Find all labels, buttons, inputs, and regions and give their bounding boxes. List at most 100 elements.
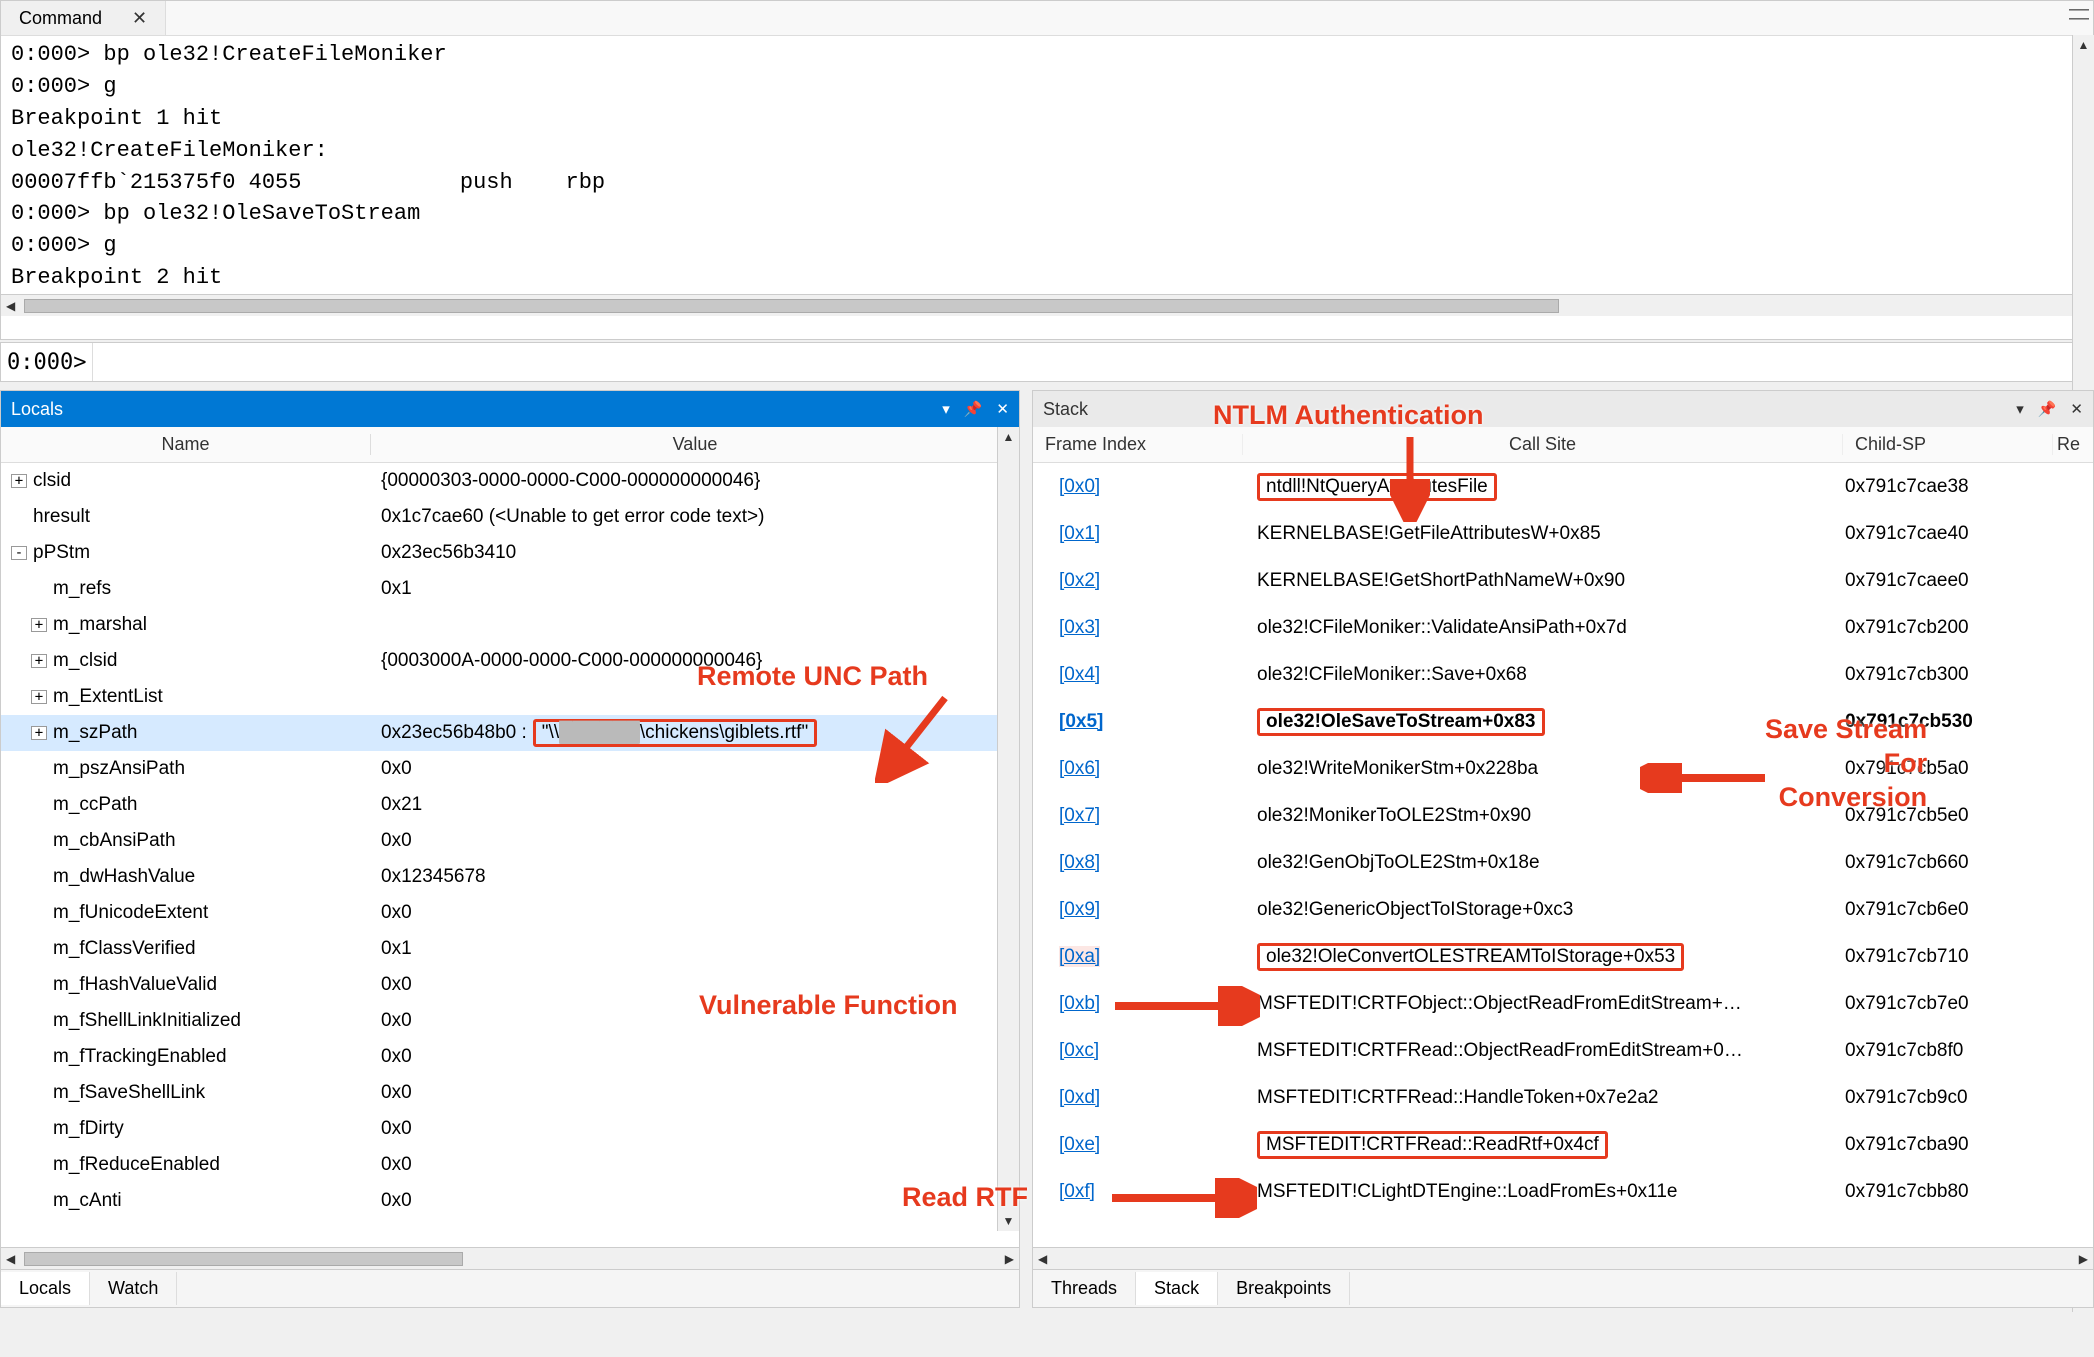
dropdown-icon[interactable]: ▾ <box>942 400 950 418</box>
stack-header-frame[interactable]: Frame Index <box>1033 434 1243 455</box>
frame-index-link[interactable]: [0x8] <box>1059 852 1100 873</box>
expand-icon[interactable]: + <box>11 474 27 488</box>
local-row[interactable]: m_fShellLinkInitialized0x0 <box>1 1003 1019 1039</box>
footer-tab-threads[interactable]: Threads <box>1033 1272 1136 1305</box>
locals-header-name[interactable]: Name <box>1 434 371 455</box>
footer-tab-locals[interactable]: Locals <box>1 1272 90 1305</box>
horizontal-scrollbar[interactable]: ◀ ▶ <box>1 294 2093 316</box>
local-value: 0x0 <box>377 1190 1013 1212</box>
frame-index-link[interactable]: [0xb] <box>1059 993 1100 1014</box>
stack-row[interactable]: [0xf]MSFTEDIT!CLightDTEngine::LoadFromEs… <box>1033 1168 2093 1215</box>
stack-header-ret[interactable]: Re <box>2053 434 2093 455</box>
footer-tab-stack[interactable]: Stack <box>1136 1272 1218 1305</box>
local-row[interactable]: m_fDirty0x0 <box>1 1111 1019 1147</box>
local-row[interactable]: m_fClassVerified0x1 <box>1 931 1019 967</box>
frame-index-link[interactable]: [0x3] <box>1059 617 1100 638</box>
stack-row[interactable]: [0x9]ole32!GenericObjectToIStorage+0xc30… <box>1033 886 2093 933</box>
stack-row[interactable]: [0x2]KERNELBASE!GetShortPathNameW+0x900x… <box>1033 557 2093 604</box>
local-row[interactable]: hresult0x1c7cae60 (<Unable to get error … <box>1 499 1019 535</box>
stack-header-child[interactable]: Child-SP <box>1843 434 2053 455</box>
stack-row[interactable]: [0x4]ole32!CFileMoniker::Save+0x680x791c… <box>1033 651 2093 698</box>
pin-icon[interactable]: 📌 <box>2038 400 2057 418</box>
scroll-left-icon[interactable]: ◀ <box>1 1252 20 1266</box>
local-row[interactable]: m_fHashValueValid0x0 <box>1 967 1019 1003</box>
command-input[interactable] <box>93 343 2093 381</box>
frame-index-link[interactable]: [0xe] <box>1059 1134 1100 1155</box>
dropdown-icon[interactable]: ▾ <box>2016 400 2024 418</box>
pin-icon[interactable]: 📌 <box>964 400 983 418</box>
stack-row[interactable]: [0x3]ole32!CFileMoniker::ValidateAnsiPat… <box>1033 604 2093 651</box>
scroll-right-icon[interactable]: ▶ <box>1000 1252 1019 1266</box>
local-row[interactable]: -pPStm0x23ec56b3410 <box>1 535 1019 571</box>
stack-row[interactable]: [0xa] ole32!OleConvertOLESTREAMToIStorage… <box>1033 933 2093 980</box>
stack-row[interactable]: [0x0]ntdll!NtQueryAttributesFile0x791c7c… <box>1033 463 2093 510</box>
locals-header-value[interactable]: Value <box>371 434 1019 455</box>
footer-tab-watch[interactable]: Watch <box>90 1272 177 1305</box>
collapse-icon[interactable]: - <box>11 546 27 560</box>
expand-icon[interactable]: + <box>31 726 47 740</box>
scroll-up-icon[interactable]: ▲ <box>1003 427 1015 447</box>
stack-row[interactable]: [0x5]ole32!OleSaveToStream+0x830x791c7cb… <box>1033 698 2093 745</box>
frame-index-link[interactable]: [0xd] <box>1059 1087 1100 1108</box>
scroll-left-icon[interactable]: ◀ <box>1033 1252 1052 1266</box>
scroll-thumb[interactable] <box>24 1252 462 1266</box>
local-row[interactable]: +clsid{00000303-0000-0000-C000-000000000… <box>1 463 1019 499</box>
stack-horizontal-scrollbar[interactable]: ◀ ▶ <box>1033 1247 2093 1269</box>
scroll-left-icon[interactable]: ◀ <box>1 299 20 313</box>
frame-index-link[interactable]: [0x2] <box>1059 570 1100 591</box>
local-row[interactable]: m_cAnti0x0 <box>1 1183 1019 1219</box>
stack-row[interactable]: [0x8]ole32!GenObjToOLE2Stm+0x18e0x791c7c… <box>1033 839 2093 886</box>
stack-row[interactable]: [0xe]MSFTEDIT!CRTFRead::ReadRtf+0x4cf0x7… <box>1033 1121 2093 1168</box>
frame-index-link[interactable]: [0xa] <box>1059 946 1100 967</box>
command-tab[interactable]: Command ✕ <box>1 1 166 35</box>
locals-grid-header: Name Value <box>1 427 1019 463</box>
scroll-up-icon[interactable]: ▲ <box>2078 35 2090 55</box>
local-row[interactable]: m_fTrackingEnabled0x0 <box>1 1039 1019 1075</box>
local-row[interactable]: m_fReduceEnabled0x0 <box>1 1147 1019 1183</box>
locals-vertical-scrollbar[interactable]: ▲ ▼ <box>997 427 1019 1231</box>
local-row[interactable]: +m_marshal <box>1 607 1019 643</box>
stack-header-site[interactable]: Call Site <box>1243 434 1843 455</box>
local-row[interactable]: m_dwHashValue0x12345678 <box>1 859 1019 895</box>
stack-row[interactable]: [0xd]MSFTEDIT!CRTFRead::HandleToken+0x7e… <box>1033 1074 2093 1121</box>
close-icon[interactable]: ✕ <box>996 400 1009 418</box>
close-icon[interactable]: ✕ <box>132 8 147 29</box>
expand-icon[interactable]: + <box>31 618 47 632</box>
stack-row[interactable]: [0xc]MSFTEDIT!CRTFRead::ObjectReadFromEd… <box>1033 1027 2093 1074</box>
local-row[interactable]: m_fUnicodeExtent0x0 <box>1 895 1019 931</box>
stack-row[interactable]: [0xb]MSFTEDIT!CRTFObject::ObjectReadFrom… <box>1033 980 2093 1027</box>
frame-index-link[interactable]: [0x1] <box>1059 523 1100 544</box>
local-row[interactable]: m_cbAnsiPath0x0 <box>1 823 1019 859</box>
frame-index-link[interactable]: [0x6] <box>1059 758 1100 779</box>
footer-tab-breakpoints[interactable]: Breakpoints <box>1218 1272 1350 1305</box>
local-row[interactable]: m_refs0x1 <box>1 571 1019 607</box>
frame-index-link[interactable]: [0x4] <box>1059 664 1100 685</box>
local-row[interactable]: m_pszAnsiPath0x0 <box>1 751 1019 787</box>
frame-index-link[interactable]: [0xf] <box>1059 1181 1095 1202</box>
frame-index-link[interactable]: [0x7] <box>1059 805 1100 826</box>
local-row[interactable]: m_fSaveShellLink0x0 <box>1 1075 1019 1111</box>
local-row[interactable]: +m_clsid{0003000A-0000-0000-C000-0000000… <box>1 643 1019 679</box>
locals-horizontal-scrollbar[interactable]: ◀ ▶ <box>1 1247 1019 1269</box>
scroll-thumb[interactable] <box>24 299 1559 313</box>
frame-index-link[interactable]: [0x9] <box>1059 899 1100 920</box>
local-row[interactable]: +m_szPath0x23ec56b48b0 :"\\██████\chicke… <box>1 715 1019 751</box>
call-site: ole32!OleConvertOLESTREAMToIStorage+0x53 <box>1249 943 1837 971</box>
frame-index-link[interactable]: [0xc] <box>1059 1040 1099 1061</box>
scroll-down-icon[interactable]: ▼ <box>1003 1211 1015 1231</box>
local-row[interactable]: +m_ExtentList <box>1 679 1019 715</box>
local-value: 0x23ec56b3410 <box>377 542 1013 564</box>
stack-row[interactable]: [0x6]ole32!WriteMonikerStm+0x228ba0x791c… <box>1033 745 2093 792</box>
scroll-right-icon[interactable]: ▶ <box>2074 1252 2093 1266</box>
local-row[interactable]: m_ccPath0x21 <box>1 787 1019 823</box>
frame-index-link[interactable]: [0x0] <box>1059 476 1100 497</box>
stack-row[interactable]: [0x1]KERNELBASE!GetFileAttributesW+0x850… <box>1033 510 2093 557</box>
command-tab-label: Command <box>19 8 102 29</box>
stack-row[interactable]: [0x7]ole32!MonikerToOLE2Stm+0x900x791c7c… <box>1033 792 2093 839</box>
expand-icon[interactable]: + <box>31 654 47 668</box>
panel-menu-icon[interactable]: —— <box>2069 5 2089 23</box>
frame-index-link[interactable]: [0x5] <box>1059 711 1103 732</box>
close-icon[interactable]: ✕ <box>2070 400 2083 418</box>
expand-icon[interactable]: + <box>31 690 47 704</box>
locals-footer-tabs: Locals Watch <box>1 1269 1019 1307</box>
